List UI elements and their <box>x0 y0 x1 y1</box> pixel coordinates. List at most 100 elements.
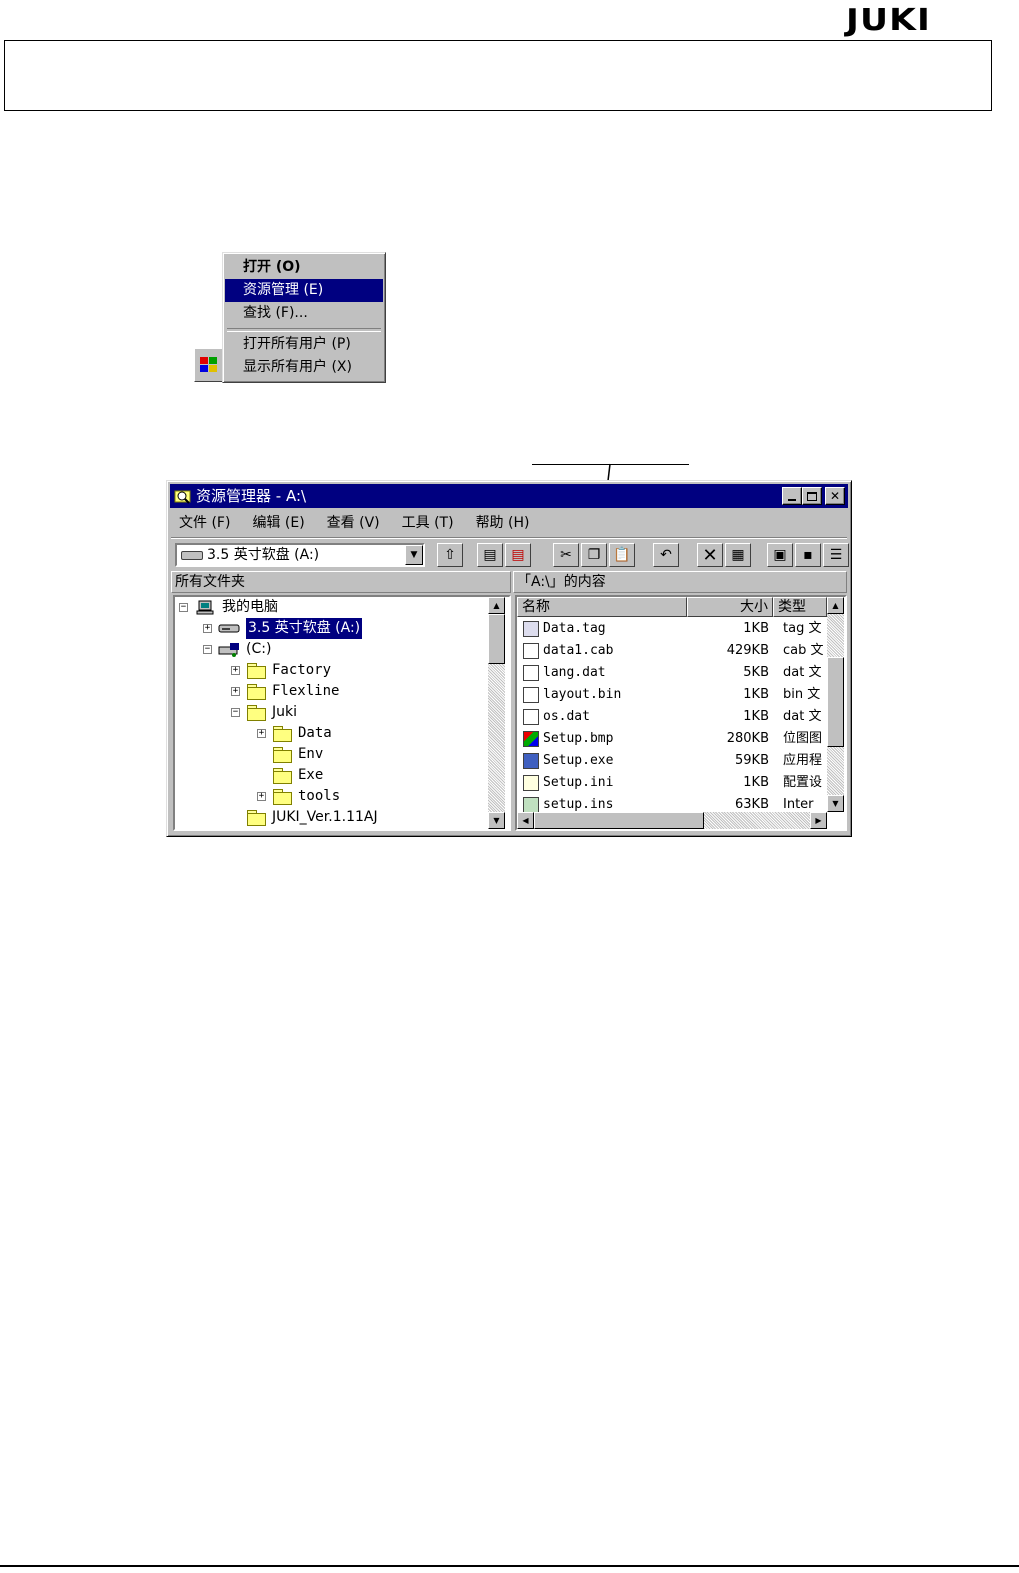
cut-button[interactable]: ✂ <box>553 543 579 567</box>
tree-item-drive-c[interactable]: − (C:) <box>203 639 271 660</box>
folder-icon <box>246 684 266 700</box>
expand-icon[interactable]: + <box>231 687 240 696</box>
close-button[interactable]: ✕ <box>825 487 845 505</box>
tree-item-juki[interactable]: − Juki <box>231 702 297 723</box>
folder-icon <box>246 705 266 721</box>
file-row[interactable]: lang.dat 5KB dat 文 <box>517 662 827 684</box>
menu-tools[interactable]: 工具 (T) <box>396 512 454 532</box>
map-drive-button[interactable]: ▤ <box>477 543 503 567</box>
tree-item-label: 我的电脑 <box>222 599 278 615</box>
tree-scrollbar[interactable]: ▲ ▼ <box>488 597 505 829</box>
list-vertical-scrollbar[interactable]: ▲ ▼ <box>827 597 844 812</box>
scroll-thumb[interactable] <box>827 657 844 747</box>
menu-item-find[interactable]: 查找 (F)... <box>225 302 383 325</box>
file-row[interactable]: layout.bin 1KB bin 文 <box>517 684 827 706</box>
copy-button[interactable]: ❐ <box>581 543 607 567</box>
scroll-thumb[interactable] <box>488 614 505 664</box>
column-size[interactable]: 大小 <box>687 597 773 617</box>
undo-button[interactable]: ↶ <box>653 543 679 567</box>
delete-button[interactable]: ✕ <box>697 543 723 567</box>
menu-bar: 文件 (F) 编辑 (E) 查看 (V) 工具 (T) 帮助 (H) <box>173 509 845 535</box>
large-icons-icon: ▣ <box>773 547 787 563</box>
file-row[interactable]: Setup.exe 59KB 应用程 <box>517 750 827 772</box>
menu-item-explore[interactable]: 资源管理 (E) <box>225 279 383 302</box>
menu-item-open[interactable]: 打开 (O) <box>225 256 383 279</box>
list-view-button[interactable]: ☰ <box>823 543 849 567</box>
file-name: layout.bin <box>543 687 622 702</box>
file-icon <box>523 797 539 813</box>
folder-icon <box>272 768 292 784</box>
scroll-up-icon[interactable]: ▲ <box>827 597 844 614</box>
expand-icon[interactable]: + <box>203 624 212 633</box>
tree-item-tools[interactable]: + tools <box>257 786 340 807</box>
file-icon <box>523 621 539 637</box>
list-horizontal-scrollbar[interactable]: ◀ ▶ <box>517 812 827 829</box>
file-type: dat 文 <box>783 665 822 680</box>
tree-item-factory[interactable]: + Factory <box>231 660 331 681</box>
bitmap-icon <box>523 731 539 747</box>
disconnect-drive-button[interactable]: ▤ <box>505 543 531 567</box>
expand-icon[interactable]: + <box>231 666 240 675</box>
file-type: 应用程 <box>783 753 823 768</box>
file-size: 1KB <box>743 775 769 790</box>
start-button[interactable] <box>194 348 224 382</box>
floppy-drive-icon <box>218 624 240 633</box>
file-list: 名称 大小 类型 Data.tag 1KB tag 文 data1.cab 42… <box>515 595 847 831</box>
file-row[interactable]: Data.tag 1KB tag 文 <box>517 618 827 640</box>
annotation-line <box>532 464 689 465</box>
file-icon <box>523 709 539 725</box>
menu-item-explore-all-users[interactable]: 显示所有用户 (X) <box>225 356 383 379</box>
expand-icon[interactable]: + <box>257 729 266 738</box>
map-drive-icon: ▤ <box>483 547 497 563</box>
properties-button[interactable]: ▦ <box>725 543 751 567</box>
file-row[interactable]: Setup.bmp 280KB 位图图 <box>517 728 827 750</box>
file-row[interactable]: data1.cab 429KB cab 文 <box>517 640 827 662</box>
scroll-down-icon[interactable]: ▼ <box>488 812 505 829</box>
scroll-right-icon[interactable]: ▶ <box>810 812 827 829</box>
tree-item-exe[interactable]: Exe <box>272 765 323 786</box>
minimize-button[interactable] <box>782 487 802 505</box>
tree-item-label: Flexline <box>272 683 340 699</box>
collapse-icon[interactable]: − <box>203 645 212 654</box>
scroll-left-icon[interactable]: ◀ <box>517 812 534 829</box>
tree-item-flexline[interactable]: + Flexline <box>231 681 339 702</box>
paste-button[interactable]: 📋 <box>609 543 635 567</box>
title-bar[interactable]: 资源管理器 - A:\ ✕ <box>170 484 848 508</box>
file-size: 1KB <box>743 687 769 702</box>
menu-file[interactable]: 文件 (F) <box>173 512 230 532</box>
scissors-icon: ✂ <box>560 547 572 563</box>
column-name[interactable]: 名称 <box>517 597 687 617</box>
menu-item-open-all-users[interactable]: 打开所有用户 (P) <box>225 333 383 356</box>
expand-icon[interactable]: + <box>257 792 266 801</box>
folder-icon <box>246 663 266 679</box>
tree-item-juki-ver[interactable]: JUKI_Ver.1.11AJ <box>246 807 378 828</box>
tree-item-floppy[interactable]: + 3.5 英寸软盘 (A:) <box>203 618 363 639</box>
tree-item-env[interactable]: Env <box>272 744 323 765</box>
file-type: dat 文 <box>783 709 822 724</box>
tree-item-label: tools <box>298 788 341 804</box>
collapse-icon[interactable]: − <box>179 603 188 612</box>
file-row[interactable]: os.dat 1KB dat 文 <box>517 706 827 728</box>
maximize-button[interactable] <box>802 487 822 505</box>
file-row[interactable]: Setup.ini 1KB 配置设 <box>517 772 827 794</box>
large-icons-button[interactable]: ▣ <box>767 543 793 567</box>
menu-help[interactable]: 帮助 (H) <box>470 512 530 532</box>
tree-item-label: Data <box>298 725 332 741</box>
tree-item-label: Juki <box>272 704 297 720</box>
menu-view[interactable]: 查看 (V) <box>321 512 380 532</box>
tree-item-my-computer[interactable]: − 我的电脑 <box>179 597 278 618</box>
file-type: bin 文 <box>783 687 821 702</box>
scroll-up-icon[interactable]: ▲ <box>488 597 505 614</box>
address-combo[interactable]: 3.5 英寸软盘 (A:) ▼ <box>175 543 425 567</box>
tree-item-data[interactable]: + Data <box>257 723 332 744</box>
column-type[interactable]: 类型 <box>773 597 827 617</box>
chevron-down-icon[interactable]: ▼ <box>405 545 423 565</box>
scroll-down-icon[interactable]: ▼ <box>827 795 844 812</box>
scroll-thumb[interactable] <box>534 812 704 829</box>
footer-rule <box>0 1565 1019 1567</box>
collapse-icon[interactable]: − <box>231 708 240 717</box>
setup-exe-icon <box>523 753 539 769</box>
small-icons-button[interactable]: ▪ <box>795 543 821 567</box>
up-folder-button[interactable]: ⇧ <box>437 543 463 567</box>
menu-edit[interactable]: 编辑 (E) <box>246 512 304 532</box>
